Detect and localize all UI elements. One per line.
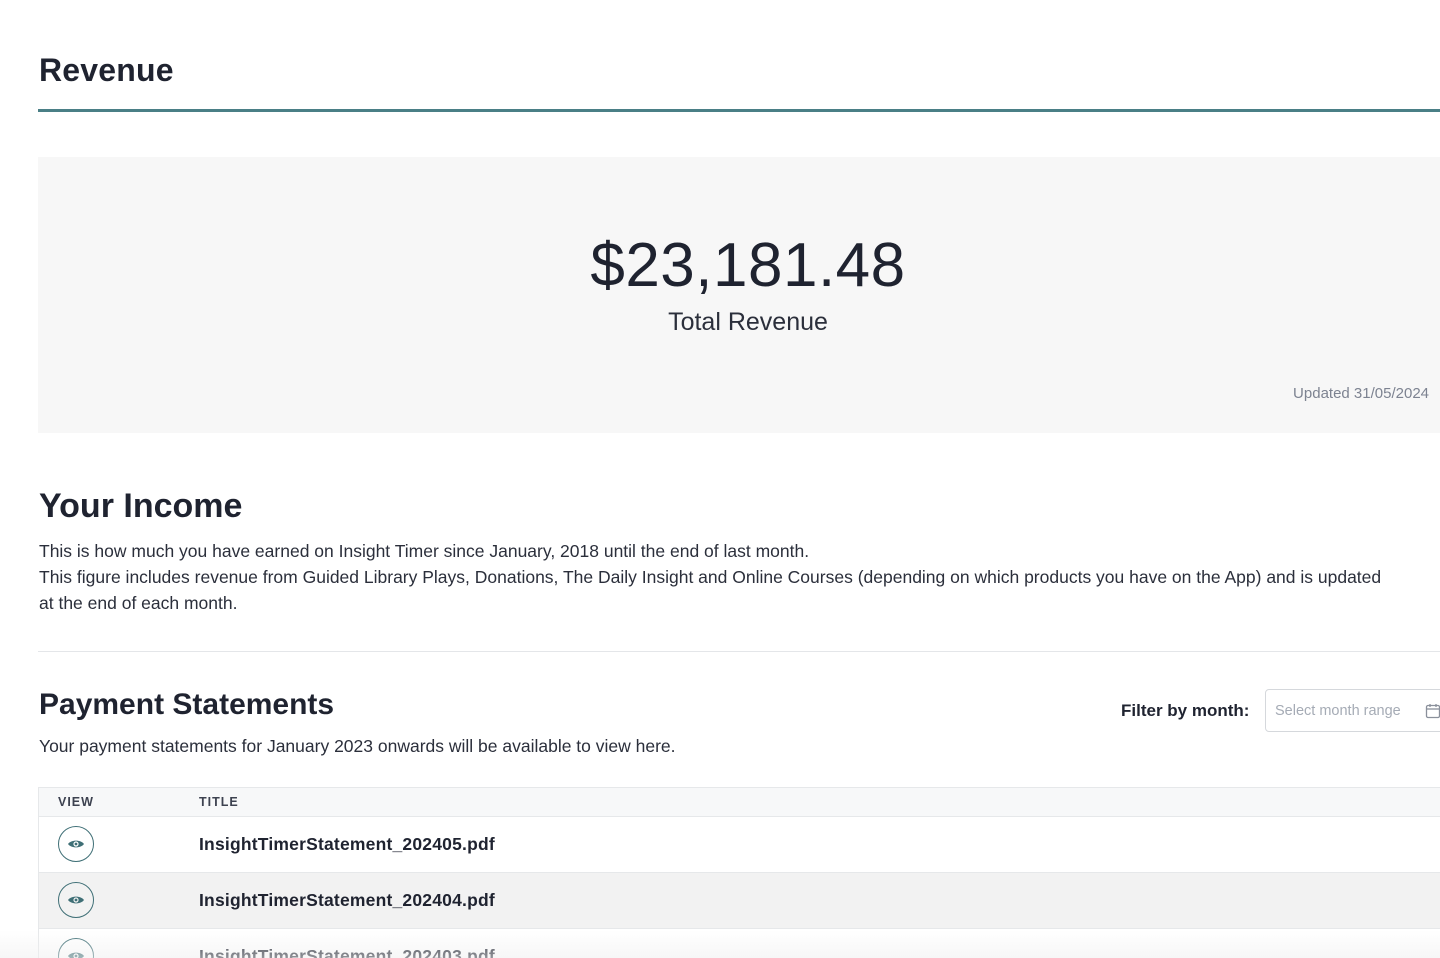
income-heading: Your Income (39, 487, 243, 525)
income-description-line: at the end of each month. (39, 593, 238, 613)
table-header: VIEW TITLE (39, 787, 1440, 817)
table-row: InsightTimerStatement_202405.pdf (39, 817, 1440, 873)
month-range-input[interactable] (1265, 689, 1440, 732)
income-description-line: This is how much you have earned on Insi… (39, 541, 810, 561)
income-description: This is how much you have earned on Insi… (39, 538, 1440, 616)
income-description-line: This figure includes revenue from Guided… (39, 567, 1382, 587)
filter-by-month-label: Filter by month: (1121, 701, 1250, 720)
view-statement-button[interactable] (58, 882, 94, 918)
statement-file-name: InsightTimerStatement_202405.pdf (199, 834, 495, 854)
revenue-page: Revenue $23,181.48 Total Revenue Updated… (0, 0, 1440, 958)
eye-icon (68, 896, 84, 904)
table-row: InsightTimerStatement_202403.pdf (39, 929, 1440, 958)
eye-icon (68, 952, 84, 958)
total-revenue-card: $23,181.48 Total Revenue Updated 31/05/2… (38, 157, 1440, 433)
column-header-view: VIEW (58, 795, 94, 809)
statement-file-name: InsightTimerStatement_202404.pdf (199, 890, 495, 910)
view-statement-button[interactable] (58, 826, 94, 862)
view-statement-button[interactable] (58, 938, 94, 958)
eye-icon (68, 840, 84, 848)
statements-table: VIEW TITLE InsightTimerStatement_202405.… (38, 787, 1440, 958)
section-divider (38, 651, 1440, 652)
column-header-title: TITLE (199, 795, 239, 809)
updated-date: Updated 31/05/2024 (1293, 385, 1429, 402)
total-revenue-amount: $23,181.48 (590, 231, 906, 300)
table-row: InsightTimerStatement_202404.pdf (39, 873, 1440, 929)
calendar-icon[interactable] (1425, 703, 1440, 719)
title-divider (38, 109, 1440, 112)
page-title: Revenue (39, 52, 174, 88)
total-revenue-label: Total Revenue (668, 308, 828, 336)
statements-subtitle: Your payment statements for January 2023… (39, 736, 676, 756)
statements-heading: Payment Statements (39, 688, 335, 721)
statement-file-name: InsightTimerStatement_202403.pdf (199, 946, 495, 958)
